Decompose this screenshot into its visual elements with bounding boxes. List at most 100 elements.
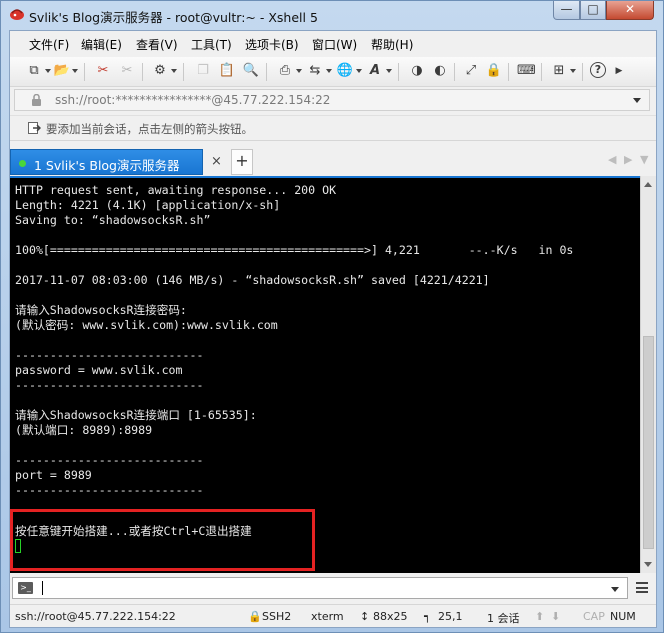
scrollbar-thumb[interactable] [643, 336, 654, 549]
terminal-line: 2017-11-07 08:03:00 (146 MB/s) - “shadow… [15, 273, 490, 287]
status-cursor: 25,1 [438, 610, 463, 623]
session-up-icon[interactable]: ⬆ [535, 610, 544, 623]
find-icon[interactable]: 🔍 [242, 62, 260, 80]
tab-session-1[interactable]: 1 Svlik's Blog演示服务器 [10, 149, 203, 175]
command-input[interactable]: >_ [12, 577, 628, 599]
chevron-down-icon[interactable] [633, 98, 641, 103]
menu-edit[interactable]: 编辑(E) [81, 36, 122, 53]
open-folder-icon[interactable]: 📂 [53, 62, 71, 80]
menu-help[interactable]: 帮助(H) [371, 36, 413, 53]
terminal-icon: >_ [18, 582, 33, 594]
terminal-line: (默认密码: www.svlik.com):www.svlik.com [15, 318, 278, 332]
status-protocol: SSH2 [262, 610, 292, 623]
highlight-annotation-box [10, 509, 315, 571]
font-icon[interactable]: A [366, 62, 384, 80]
status-num: NUM [610, 610, 636, 623]
close-icon: ✕ [624, 2, 636, 16]
terminal-line: --------------------------- [15, 483, 204, 497]
chevron-down-icon[interactable] [386, 69, 392, 73]
terminal-line: 请输入ShadowsocksR连接密码: [15, 303, 187, 317]
tab-list-icon[interactable]: ▼ [640, 153, 648, 166]
copy-icon[interactable]: ❐ [194, 62, 212, 80]
address-input[interactable]: ssh://root:****************@45.77.222.15… [55, 93, 330, 107]
chevron-down-icon[interactable] [45, 69, 51, 73]
chevron-down-icon[interactable] [171, 69, 177, 73]
chevron-down-icon[interactable] [72, 69, 78, 73]
chevron-down-icon[interactable] [570, 69, 576, 73]
status-caps: CAP [583, 610, 605, 623]
menu-tools[interactable]: 工具(T) [191, 36, 232, 53]
print-icon[interactable]: ⎙ [276, 62, 294, 80]
minimize-button[interactable]: — [553, 1, 580, 20]
scroll-down-icon[interactable] [644, 562, 652, 567]
xftp-icon[interactable]: ◑ [408, 62, 426, 80]
terminal-line: 请输入ShadowsocksR连接端口 [1-65535]: [15, 408, 257, 422]
menu-bar: 文件(F) 编辑(E) 查看(V) 工具(T) 选项卡(B) 窗口(W) 帮助(… [10, 31, 656, 55]
disconnect-icon[interactable]: ✂ [118, 62, 136, 80]
terminal-line: Saving to: “shadowsocksR.sh” [15, 213, 211, 227]
globe-icon[interactable]: 🌐 [336, 62, 354, 80]
add-session-arrow-icon[interactable] [28, 122, 41, 135]
tab-scroll-right-icon[interactable]: ▶ [624, 153, 632, 166]
scroll-up-icon[interactable] [644, 182, 652, 187]
chevron-down-icon[interactable] [326, 69, 332, 73]
xmanager-icon[interactable]: ◐ [431, 62, 449, 80]
toolbar-separator [142, 63, 143, 81]
more-icon[interactable]: ▶ [610, 62, 628, 80]
help-icon[interactable]: ? [590, 62, 606, 78]
new-session-icon[interactable]: ⧉ [25, 62, 43, 80]
terminal-output[interactable]: HTTP request sent, awaiting response... … [10, 176, 640, 573]
transfer-icon[interactable]: ⇆ [306, 62, 324, 80]
new-tab-button[interactable]: + [231, 149, 253, 175]
session-down-icon[interactable]: ⬇ [551, 610, 560, 623]
maximize-icon: □ [587, 2, 599, 16]
menu-file[interactable]: 文件(F) [29, 36, 69, 53]
close-tab-icon[interactable]: × [211, 154, 222, 169]
toolbar-separator [266, 63, 267, 81]
minimize-icon: — [560, 2, 573, 16]
menu-window[interactable]: 窗口(W) [312, 36, 357, 53]
toolbar-separator [454, 63, 455, 81]
chevron-down-icon[interactable] [611, 587, 619, 592]
terminal-line: --------------------------- [15, 378, 204, 392]
terminal-line: Length: 4221 (4.1K) [application/x-sh] [15, 198, 281, 212]
terminal-scrollbar[interactable] [640, 176, 656, 573]
menu-view[interactable]: 查看(V) [136, 36, 178, 53]
address-bar[interactable]: ssh://root:****************@45.77.222.15… [14, 89, 650, 111]
cursor-pos-icon: ┑ [424, 610, 431, 623]
status-term: xterm [311, 610, 344, 623]
paste-icon[interactable]: 📋 [218, 62, 236, 80]
toolbar-separator [398, 63, 399, 81]
terminal-line: password = www.svlik.com [15, 363, 183, 377]
window-title: Svlik's Blog演示服务器 - root@vultr:~ - Xshel… [29, 10, 318, 25]
toolbar-separator [582, 63, 583, 81]
chevron-down-icon[interactable] [296, 69, 302, 73]
tab-bar: 1 Svlik's Blog演示服务器 × + ◀ ▶ ▼ [10, 145, 656, 175]
hint-bar: 要添加当前会话，点击左侧的箭头按钮。 [10, 115, 656, 141]
menu-tabs[interactable]: 选项卡(B) [245, 36, 299, 53]
toolbar-separator [541, 63, 542, 81]
keyboard-icon[interactable]: ⌨ [517, 62, 536, 80]
add-icon[interactable]: ⊞ [550, 62, 568, 80]
compose-bar: >_ [10, 574, 656, 602]
status-sessions: 1 会话 [487, 612, 520, 625]
maximize-button[interactable]: □ [580, 1, 606, 20]
toolbar-separator [508, 63, 509, 81]
terminal-line: port = 8989 [15, 468, 92, 482]
terminal-line: --------------------------- [15, 348, 204, 362]
close-window-button[interactable]: ✕ [606, 1, 654, 20]
hamburger-menu-icon[interactable] [636, 582, 648, 593]
tab-scroll-left-icon[interactable]: ◀ [608, 153, 616, 166]
status-connection: ssh://root@45.77.222.154:22 [15, 610, 176, 623]
fullscreen-icon[interactable]: ⤢ [462, 62, 480, 80]
toolbar-separator [84, 63, 85, 81]
title-bar[interactable]: Svlik's Blog演示服务器 - root@vultr:~ - Xshel… [1, 1, 663, 29]
text-caret [42, 581, 43, 595]
terminal-line: HTTP request sent, awaiting response... … [15, 183, 337, 197]
terminal-line: (默认端口: 8989):8989 [15, 423, 153, 437]
properties-icon[interactable]: ⚙ [151, 62, 169, 80]
connect-icon[interactable]: ✂ [94, 62, 112, 80]
toolbar: ⧉ 📂 ✂ ✂ ⚙ ❐ 📋 🔍 ⎙ ⇆ 🌐 A ◑ ◐ ⤢ 🔒 ⌨ ⊞ ? ▶ [10, 57, 656, 87]
chevron-down-icon[interactable] [356, 69, 362, 73]
lock-icon[interactable]: 🔒 [485, 62, 503, 80]
